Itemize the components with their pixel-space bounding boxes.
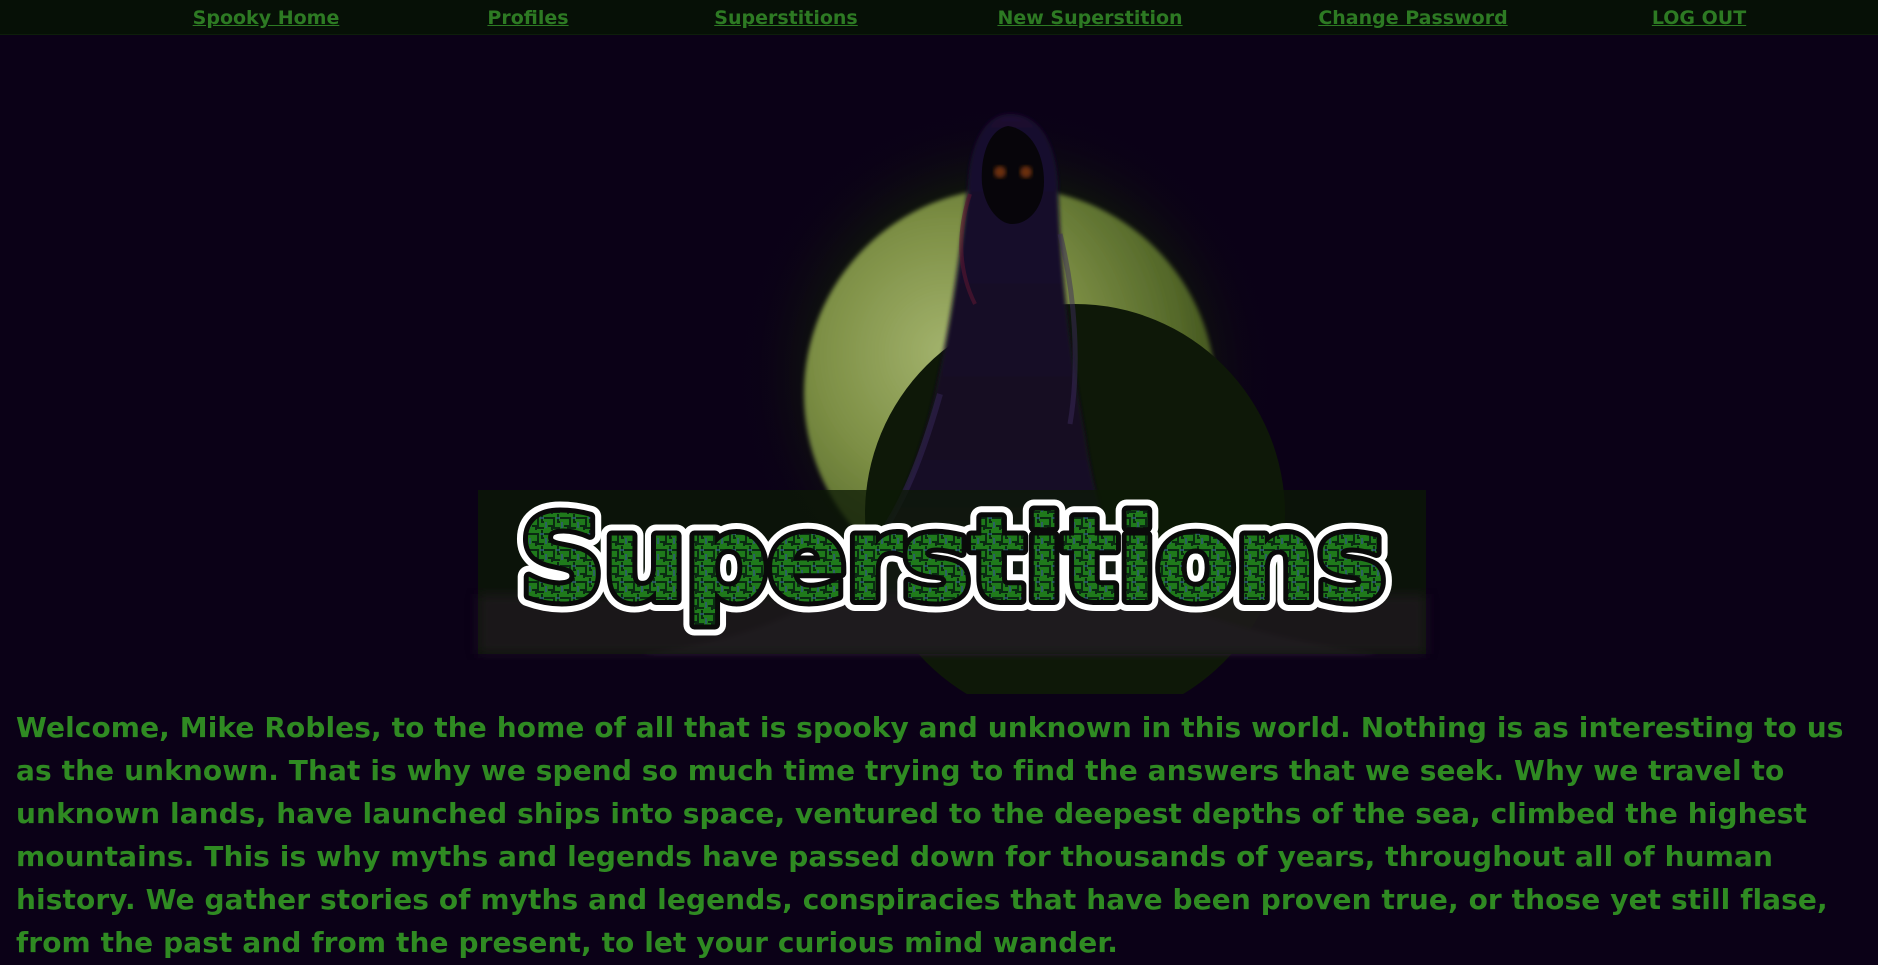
welcome-message: Welcome, Mike Robles, to the home of all… — [16, 711, 1844, 959]
nav-link-spooky-home[interactable]: Spooky Home — [193, 7, 340, 29]
nav-link-profiles[interactable]: Profiles — [487, 7, 568, 29]
nav-link-new-superstition[interactable]: New Superstition — [997, 7, 1182, 29]
superstitions-logo: Superstitions Superstitions Superstition… — [509, 479, 1398, 639]
nav-link-superstitions[interactable]: Superstitions — [714, 7, 857, 29]
hero-banner: Superstitions Superstitions Superstition… — [0, 34, 1878, 694]
logo-text: Superstitions — [520, 490, 1385, 628]
hero-illustration: Superstitions Superstitions Superstition… — [478, 84, 1426, 694]
nav-link-change-password[interactable]: Change Password — [1318, 7, 1507, 29]
nav-link-log-out[interactable]: LOG OUT — [1652, 7, 1746, 29]
top-navigation-bar: Spooky Home Profiles Superstitions New S… — [0, 0, 1878, 35]
